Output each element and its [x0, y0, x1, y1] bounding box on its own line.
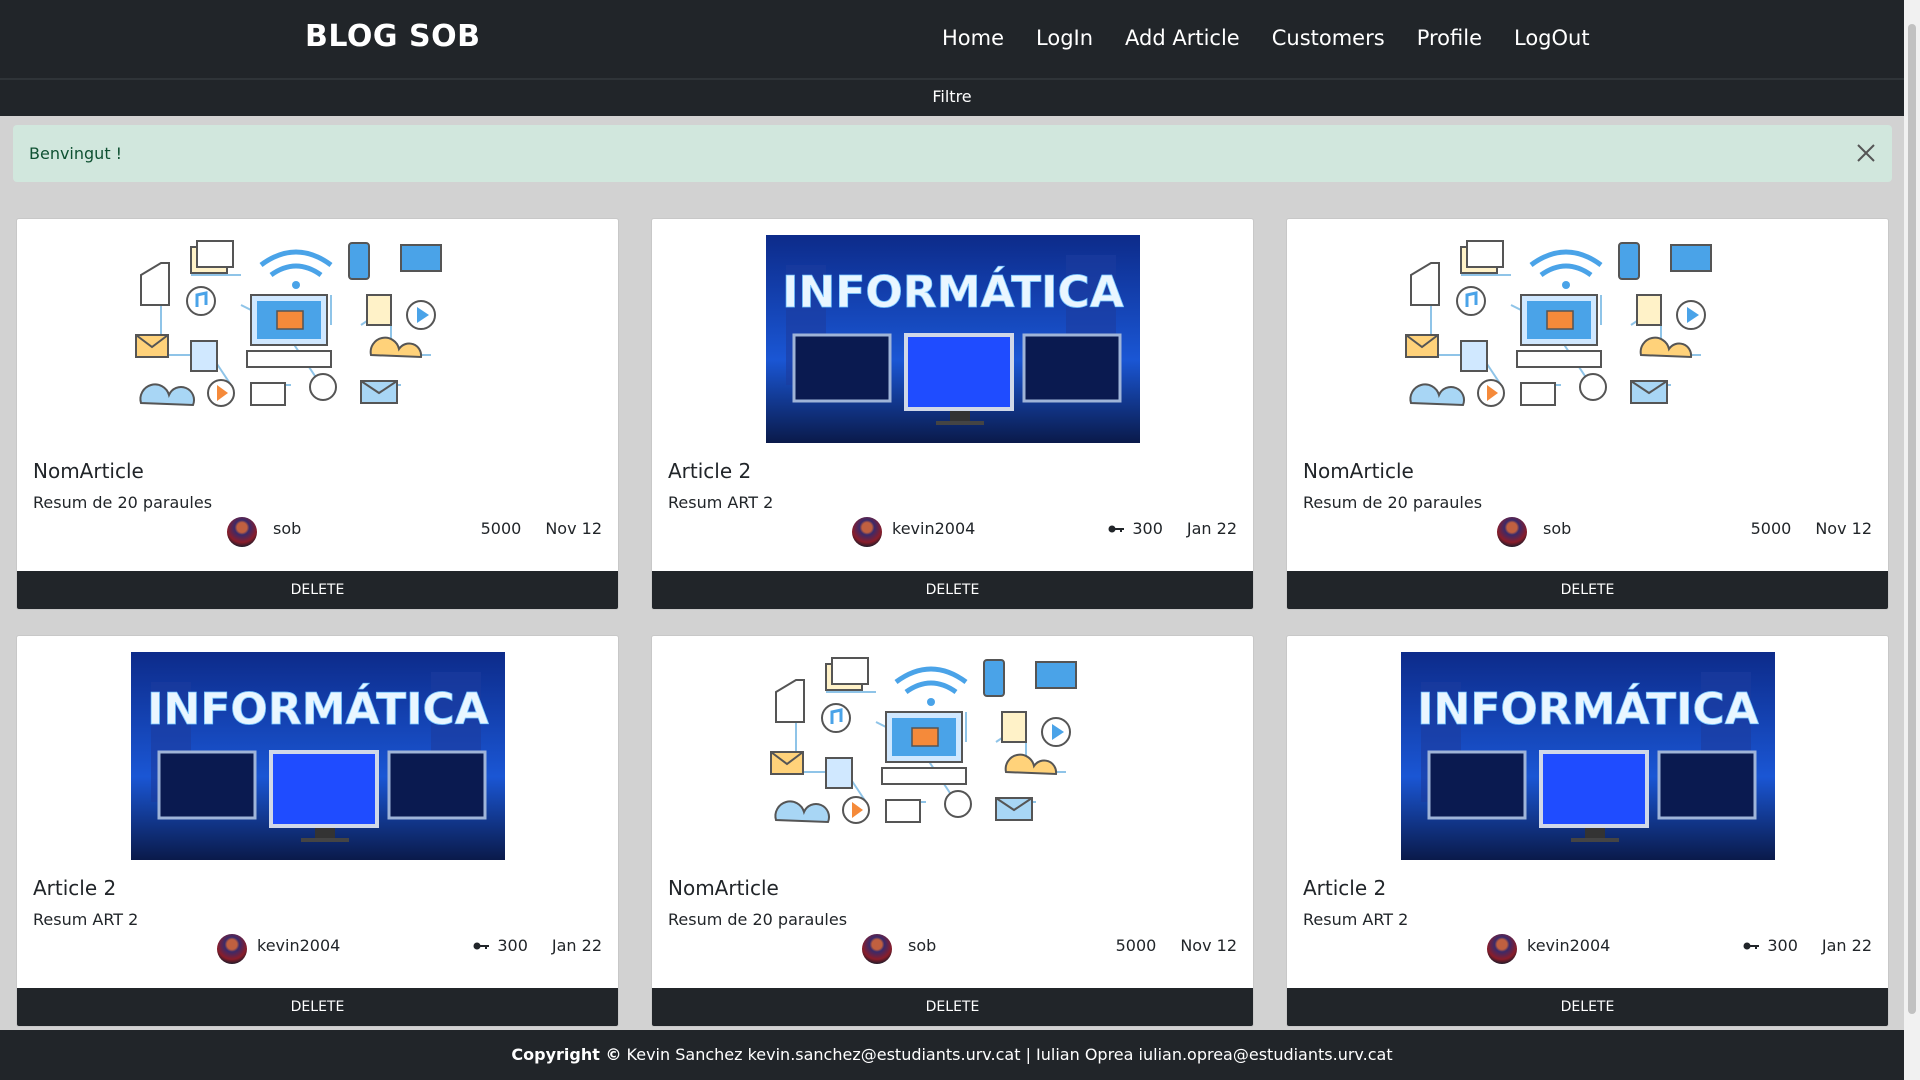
author-name: sob [1543, 519, 1572, 538]
view-count: 5000 [480, 519, 522, 538]
article-card: NomArticle Resum de 20 paraules sob 5000 Nov… [1286, 218, 1889, 610]
article-image: INFORMÁTICA [652, 235, 1253, 443]
view-count: 300 [1132, 519, 1163, 538]
svg-text:INFORMÁTICA: INFORMÁTICA [1417, 682, 1759, 735]
key-icon [473, 942, 490, 949]
nav-add-article[interactable]: Add Article [1125, 26, 1240, 50]
author-name: sob [908, 936, 937, 955]
informatica-banner: INFORMÁTICA [130, 652, 505, 860]
article-image [1287, 235, 1888, 443]
article-card: NomArticle Resum de 20 paraules sob 5000 Nov… [16, 218, 619, 610]
nav-logout[interactable]: LogOut [1514, 26, 1590, 50]
informatica-banner: INFORMÁTICA [765, 235, 1140, 443]
informatica-banner: INFORMÁTICA [1400, 652, 1775, 860]
article-date: Nov 12 [1815, 519, 1872, 538]
close-icon[interactable] [1854, 141, 1878, 165]
article-date: Jan 22 [551, 936, 602, 955]
avatar [1487, 934, 1517, 964]
article-card: NomArticle Resum de 20 paraules sob 5000 Nov… [651, 635, 1254, 1027]
article-summary: Resum ART 2 [668, 493, 774, 512]
article-title: NomArticle [1303, 459, 1414, 483]
nav-home[interactable]: Home [942, 26, 1004, 50]
article-title: Article 2 [1303, 876, 1387, 900]
nav-profile[interactable]: Profile [1417, 26, 1482, 50]
delete-button[interactable]: DELETE [1287, 988, 1888, 1026]
avatar [862, 934, 892, 964]
article-date: Jan 22 [1821, 936, 1872, 955]
article-image [17, 235, 618, 443]
network-illustration [134, 240, 442, 407]
article-card: INFORMÁTICA Article 2 Resum ART 2 kevin200… [651, 218, 1254, 610]
key-icon [1108, 525, 1125, 532]
article-date: Nov 12 [1180, 936, 1237, 955]
article-meta: 5000 Nov 12 [481, 519, 602, 538]
scrollbar-thumb[interactable] [1908, 24, 1916, 1014]
delete-button[interactable]: DELETE [652, 571, 1253, 609]
alert-message: Benvingut ! [29, 144, 123, 163]
footer: Copyright © Kevin Sanchez kevin.sanchez@… [0, 1030, 1904, 1080]
article-title: NomArticle [33, 459, 144, 483]
article-summary: Resum de 20 paraules [668, 910, 848, 929]
avatar [217, 934, 247, 964]
author-name: kevin2004 [257, 936, 341, 955]
article-date: Nov 12 [545, 519, 602, 538]
delete-button[interactable]: DELETE [1287, 571, 1888, 609]
author-name: kevin2004 [892, 519, 976, 538]
article-card: INFORMÁTICA Article 2 Resum ART 2 kevin200… [1286, 635, 1889, 1027]
view-count: 300 [1767, 936, 1798, 955]
nav-customers[interactable]: Customers [1272, 26, 1385, 50]
top-navbar: BLOG SOB Home LogIn Add Article Customer… [0, 0, 1904, 116]
article-summary: Resum ART 2 [33, 910, 139, 929]
avatar [852, 517, 882, 547]
article-title: NomArticle [668, 876, 779, 900]
article-meta: 300 Jan 22 [1108, 519, 1237, 538]
avatar [1497, 517, 1527, 547]
nav-login[interactable]: LogIn [1036, 26, 1093, 50]
avatar [227, 517, 257, 547]
article-meta: 5000 Nov 12 [1116, 936, 1237, 955]
article-card: INFORMÁTICA Article 2 Resum ART 2 kevin200… [16, 635, 619, 1027]
delete-button[interactable]: DELETE [652, 988, 1253, 1026]
article-summary: Resum de 20 paraules [33, 493, 213, 512]
copyright-label: Copyright © [511, 1045, 622, 1064]
article-meta: 300 Jan 22 [1743, 936, 1872, 955]
article-meta: 5000 Nov 12 [1751, 519, 1872, 538]
view-count: 5000 [1750, 519, 1792, 538]
author-name: sob [273, 519, 302, 538]
article-title: Article 2 [33, 876, 117, 900]
article-summary: Resum ART 2 [1303, 910, 1409, 929]
delete-button[interactable]: DELETE [17, 571, 618, 609]
article-image: INFORMÁTICA [1287, 652, 1888, 860]
delete-button[interactable]: DELETE [17, 988, 618, 1026]
main-nav: Home LogIn Add Article Customers Profile… [942, 26, 1622, 50]
article-title: Article 2 [668, 459, 752, 483]
svg-text:INFORMÁTICA: INFORMÁTICA [147, 682, 489, 735]
article-image: INFORMÁTICA [17, 652, 618, 860]
view-count: 5000 [1115, 936, 1157, 955]
article-date: Jan 22 [1186, 519, 1237, 538]
footer-credits: Kevin Sanchez kevin.sanchez@estudiants.u… [626, 1045, 1393, 1064]
article-meta: 300 Jan 22 [473, 936, 602, 955]
brand-logo[interactable]: BLOG SOB [305, 19, 480, 54]
article-summary: Resum de 20 paraules [1303, 493, 1483, 512]
welcome-alert: Benvingut ! [13, 125, 1892, 182]
page-scrollbar[interactable] [1904, 0, 1920, 1080]
article-image [652, 652, 1253, 860]
author-name: kevin2004 [1527, 936, 1611, 955]
svg-text:INFORMÁTICA: INFORMÁTICA [782, 265, 1124, 318]
view-count: 300 [497, 936, 528, 955]
network-illustration [769, 657, 1077, 824]
key-icon [1743, 942, 1760, 949]
network-illustration [1404, 240, 1712, 407]
filter-toggle[interactable]: Filtre [0, 78, 1904, 116]
